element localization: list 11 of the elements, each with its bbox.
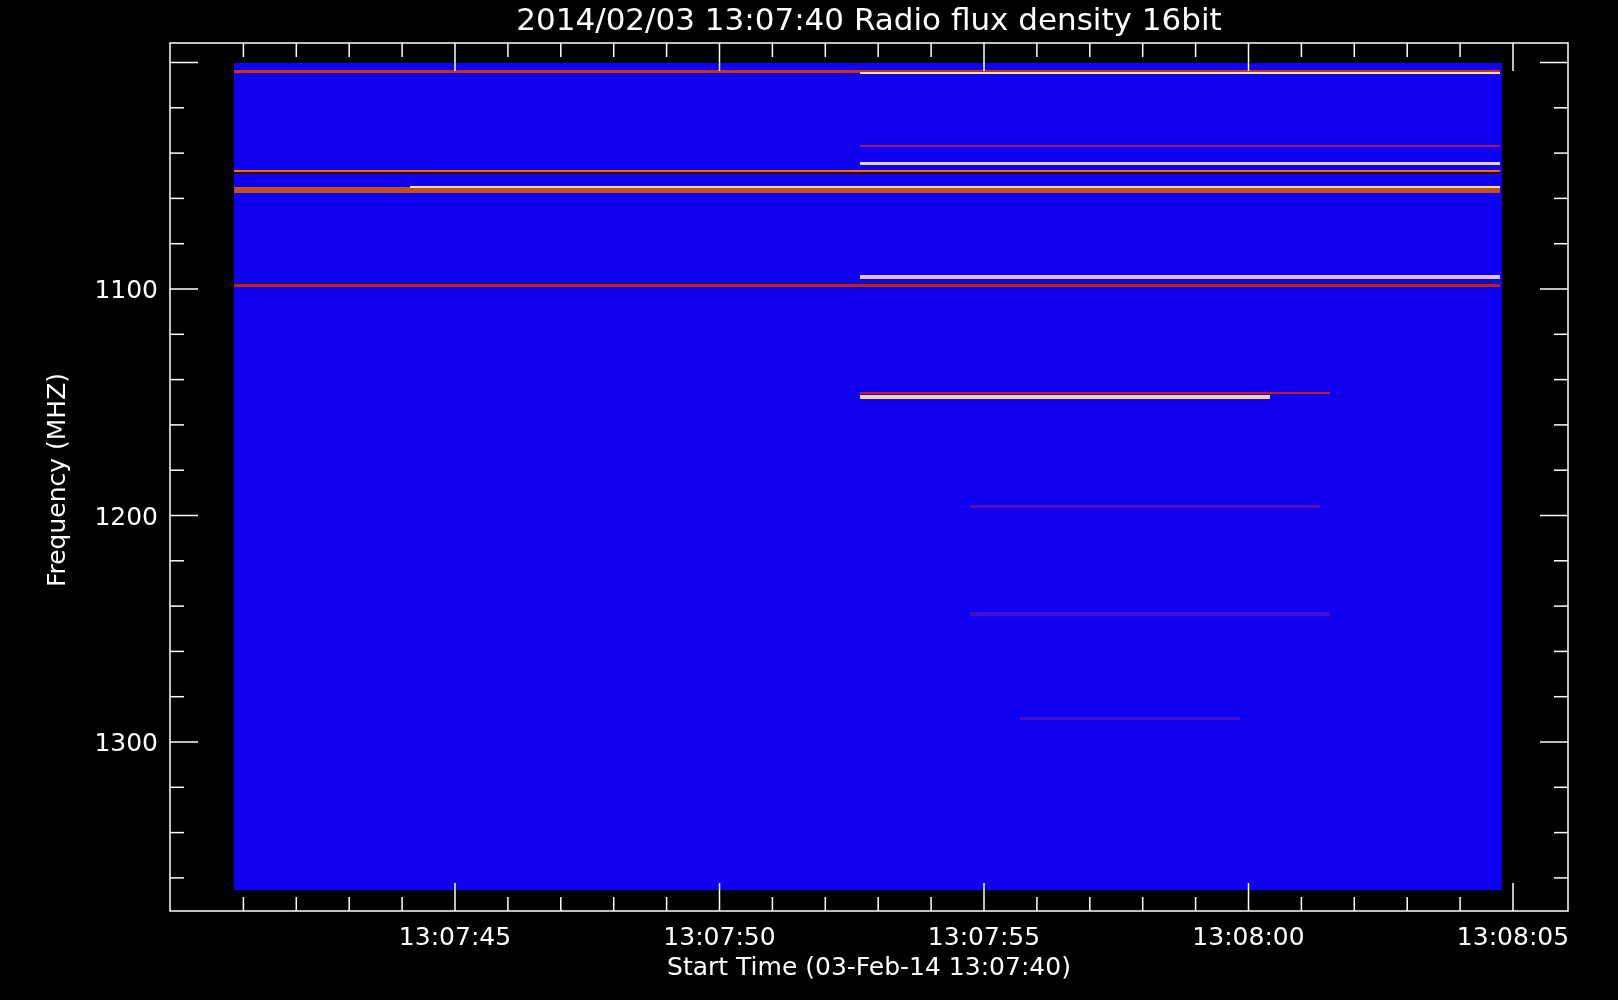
plot-title: 2014/02/03 13:07:40 Radio flux density 16bit — [516, 1, 1222, 37]
x-axis-label: Start Time (03-Feb-14 13:07:40) — [667, 952, 1071, 981]
y-tick-label: 1300 — [94, 728, 158, 757]
x-tick-label: 13:07:55 — [927, 922, 1041, 951]
x-tick-label: 13:07:45 — [398, 922, 512, 951]
x-tick-label: 13:08:00 — [1192, 922, 1305, 951]
y-tick-label: 1100 — [94, 275, 158, 304]
y-axis-label: Frequency (MHZ) — [42, 372, 71, 588]
x-tick-label: 13:07:50 — [663, 922, 776, 951]
y-tick-label: 1200 — [94, 501, 158, 531]
x-tick-label: 13:08:05 — [1456, 922, 1570, 951]
